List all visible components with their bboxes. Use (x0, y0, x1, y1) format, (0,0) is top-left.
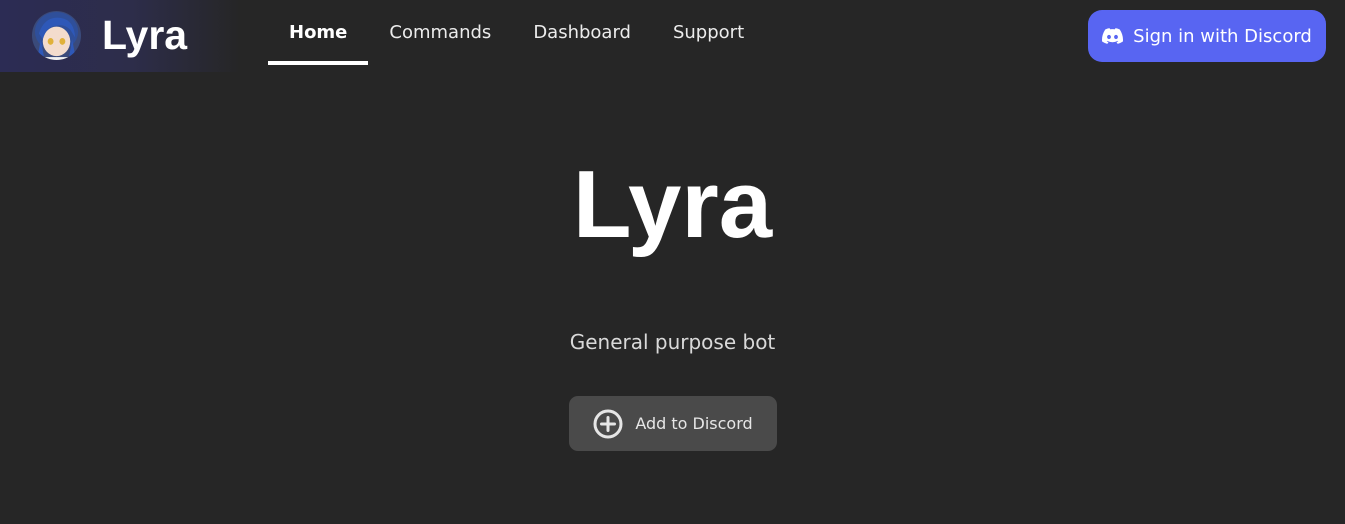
nav-links: Home Commands Dashboard Support (268, 0, 765, 72)
sign-in-with-discord-button[interactable]: Sign in with Discord (1088, 10, 1326, 62)
nav-item-dashboard[interactable]: Dashboard (512, 0, 652, 65)
nav-item-support[interactable]: Support (652, 0, 765, 65)
anime-avatar-icon (31, 10, 82, 61)
nav-item-commands[interactable]: Commands (368, 0, 512, 65)
nav-item-home[interactable]: Home (268, 0, 369, 65)
add-to-discord-label: Add to Discord (635, 414, 753, 433)
add-to-discord-button[interactable]: Add to Discord (569, 396, 777, 451)
brand-name: Lyra (102, 12, 188, 58)
plus-circle-icon (593, 409, 623, 438)
sign-in-label: Sign in with Discord (1133, 25, 1312, 47)
brand-logo-area[interactable]: Lyra (0, 0, 240, 72)
navbar: Lyra Home Commands Dashboard Support Sig… (0, 0, 1345, 72)
hero-subtitle: General purpose bot (569, 330, 776, 354)
hero-title: Lyra (572, 151, 773, 258)
discord-icon (1102, 28, 1124, 44)
